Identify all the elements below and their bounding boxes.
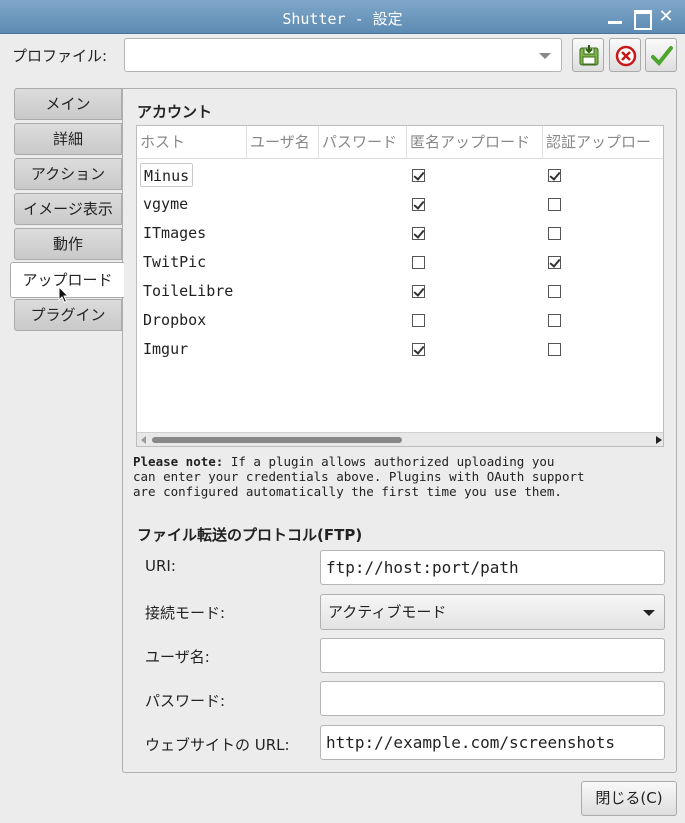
- authenticated-upload-checkbox[interactable]: [548, 227, 561, 240]
- host-name: Dropbox: [143, 311, 207, 329]
- save-profile-button[interactable]: [572, 38, 604, 72]
- close-button[interactable]: 閉じる(C): [581, 781, 677, 816]
- host-name: TwitPic: [143, 253, 207, 271]
- authenticated-upload-checkbox[interactable]: [548, 314, 561, 327]
- host-name: Imgur: [143, 340, 189, 358]
- accounts-title: アカウント: [137, 103, 213, 121]
- scroll-right-icon[interactable]: [656, 436, 662, 444]
- scroll-left-icon[interactable]: [141, 436, 146, 444]
- ftp-password-input[interactable]: [320, 681, 665, 716]
- column-password[interactable]: パスワード: [319, 126, 407, 159]
- table-row[interactable]: TwitPic: [137, 248, 663, 277]
- anonymous-upload-checkbox[interactable]: [412, 343, 425, 356]
- authenticated-upload-checkbox[interactable]: [548, 198, 561, 211]
- note-bold-prefix: Please note:: [133, 454, 224, 469]
- ftp-username-input[interactable]: [320, 638, 665, 673]
- chevron-down-icon: [643, 610, 655, 616]
- anonymous-upload-checkbox[interactable]: [412, 256, 425, 269]
- host-name: ITmages: [143, 224, 207, 242]
- anonymous-upload-checkbox[interactable]: [412, 314, 425, 327]
- authenticated-upload-checkbox[interactable]: [548, 285, 561, 298]
- table-row[interactable]: ToileLibre: [137, 277, 663, 306]
- uri-label: URI:: [145, 557, 176, 575]
- save-icon: [579, 45, 599, 66]
- anonymous-upload-checkbox[interactable]: [412, 198, 425, 211]
- table-row[interactable]: vgyme: [137, 190, 663, 219]
- maximize-icon[interactable]: [632, 8, 652, 30]
- table-row[interactable]: Minus: [137, 161, 663, 190]
- uri-input[interactable]: ftp://host:port/path: [320, 550, 665, 585]
- column-host[interactable]: ホスト: [137, 126, 247, 159]
- plugin-note: Please note: If a plugin allows authoriz…: [133, 454, 663, 499]
- upload-panel: アカウント ホスト ユーザ名 パスワード 匿名アップロード 認証アップロー Mi…: [122, 88, 677, 773]
- note-line-2: can enter your credentials above. Plugin…: [133, 469, 585, 484]
- authenticated-upload-checkbox[interactable]: [548, 343, 561, 356]
- column-anonymous-upload[interactable]: 匿名アップロード: [407, 126, 543, 159]
- ftp-password-label: パスワード:: [145, 692, 226, 710]
- delete-icon: [615, 45, 637, 67]
- horizontal-scrollbar[interactable]: [137, 432, 663, 446]
- table-row[interactable]: ITmages: [137, 219, 663, 248]
- table-row[interactable]: Dropbox: [137, 306, 663, 335]
- table-header: ホスト ユーザ名 パスワード 匿名アップロード 認証アップロー: [137, 126, 663, 159]
- tab-main[interactable]: メイン: [14, 88, 122, 120]
- accounts-table[interactable]: ホスト ユーザ名 パスワード 匿名アップロード 認証アップロー Minus vg…: [136, 125, 664, 447]
- tab-advanced[interactable]: 詳細: [14, 123, 122, 155]
- chevron-down-icon: [539, 53, 551, 59]
- host-name: ToileLibre: [143, 282, 234, 300]
- website-url-input[interactable]: http://example.com/screenshots: [320, 725, 665, 760]
- window-titlebar: Shutter - 設定 ✕: [0, 0, 685, 34]
- connection-mode-label: 接続モード:: [145, 604, 226, 622]
- host-name: vgyme: [143, 195, 189, 213]
- close-window-icon[interactable]: ✕: [657, 8, 675, 26]
- note-line-1: If a plugin allows authorized uploading …: [223, 454, 555, 469]
- connection-mode-select[interactable]: アクティブモード: [320, 594, 665, 630]
- ftp-title: ファイル転送のプロトコル(FTP): [137, 526, 363, 544]
- ftp-username-label: ユーザ名:: [145, 648, 210, 666]
- column-username[interactable]: ユーザ名: [247, 126, 319, 159]
- profile-combobox[interactable]: [124, 38, 562, 72]
- anonymous-upload-checkbox[interactable]: [412, 285, 425, 298]
- tab-image-view[interactable]: イメージ表示: [14, 193, 122, 225]
- host-name: Minus: [140, 163, 194, 187]
- profile-label: プロファイル:: [12, 47, 108, 65]
- note-line-3: are configured automatically the first t…: [133, 484, 562, 499]
- tab-actions[interactable]: アクション: [14, 158, 122, 190]
- scrollbar-thumb[interactable]: [152, 437, 402, 443]
- anonymous-upload-checkbox[interactable]: [412, 169, 425, 182]
- table-row[interactable]: Imgur: [137, 335, 663, 364]
- delete-profile-button[interactable]: [609, 38, 641, 72]
- column-authenticated-upload[interactable]: 認証アップロー: [543, 126, 663, 159]
- authenticated-upload-checkbox[interactable]: [548, 256, 561, 269]
- tab-behavior[interactable]: 動作: [14, 228, 122, 260]
- authenticated-upload-checkbox[interactable]: [548, 169, 561, 182]
- apply-profile-button[interactable]: [645, 38, 677, 72]
- checkmark-icon: [651, 46, 673, 66]
- anonymous-upload-checkbox[interactable]: [412, 227, 425, 240]
- website-url-label: ウェブサイトの URL:: [145, 736, 290, 754]
- connection-mode-value: アクティブモード: [328, 603, 447, 621]
- minimize-icon[interactable]: [606, 8, 624, 26]
- mouse-pointer-icon: [58, 286, 70, 304]
- window-title: Shutter - 設定: [282, 10, 403, 28]
